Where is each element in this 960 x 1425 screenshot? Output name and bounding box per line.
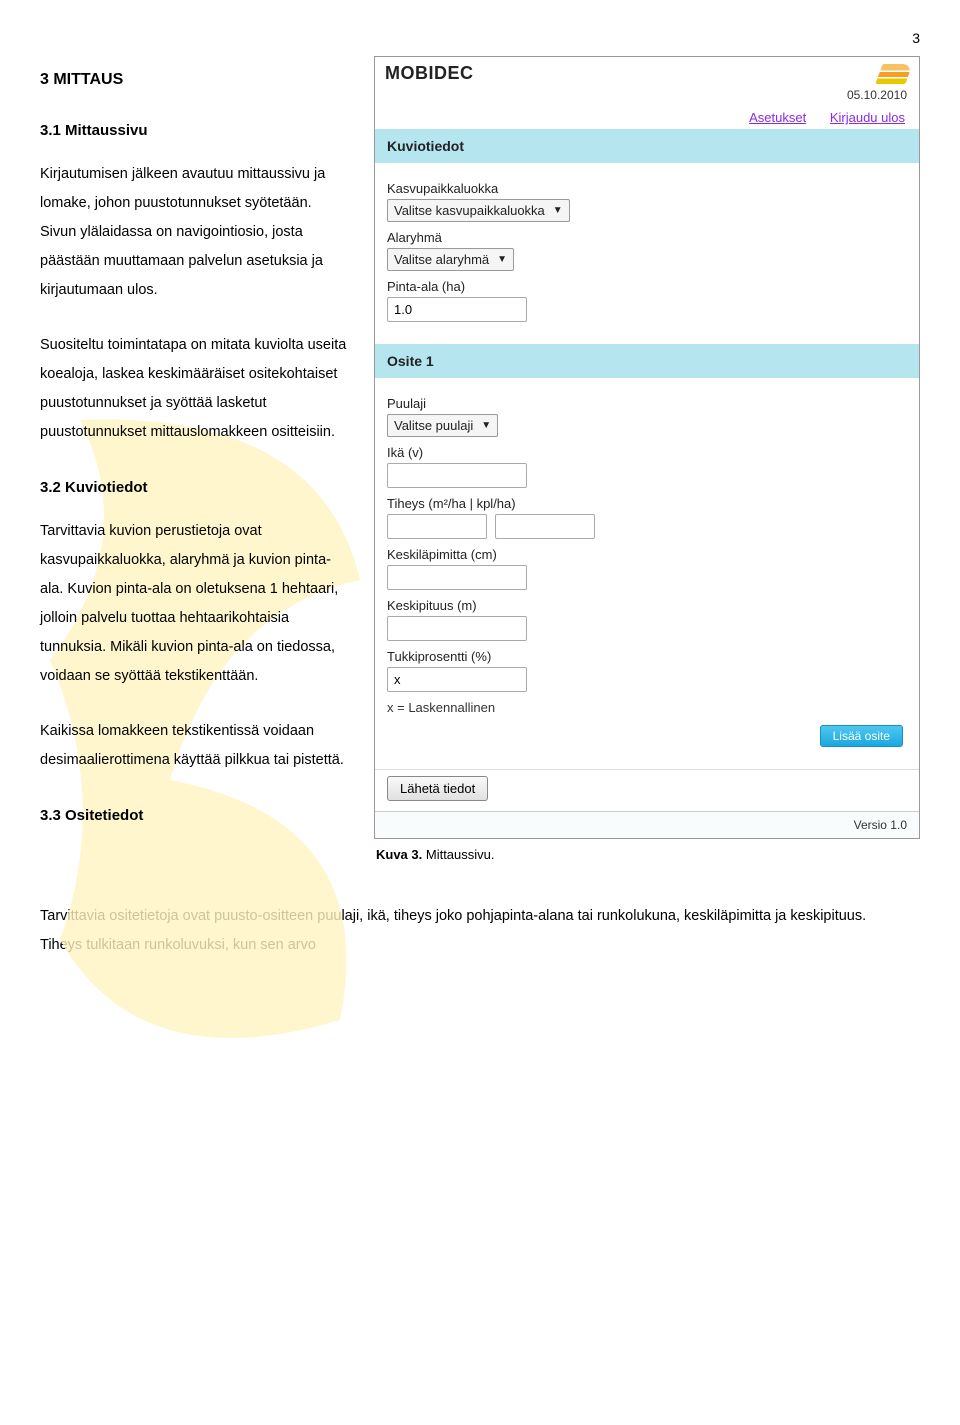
date-display: 05.10.2010: [375, 88, 919, 106]
app-screenshot: MOBIDEC 05.10.2010 Asetukset Kirjaudu ul…: [374, 56, 920, 839]
para-toimintatapa: Suositeltu toimintatapa on mitata kuviol…: [40, 331, 350, 447]
nav-settings-link[interactable]: Asetukset: [749, 110, 806, 125]
caret-down-icon: ▼: [497, 254, 507, 265]
input-pinta-ala[interactable]: [387, 297, 527, 322]
caption-bold: Kuva 3.: [376, 847, 422, 862]
heading-mittaussivu: 3.1 Mittaussivu: [40, 116, 350, 146]
page-number: 3: [40, 30, 920, 46]
para-intro: Kirjautumisen jälkeen avautuu mittaussiv…: [40, 160, 350, 305]
note-laskennallinen: x = Laskennallinen: [387, 700, 907, 715]
select-alaryhma-value: Valitse alaryhmä: [394, 252, 489, 267]
label-kasvupaikka: Kasvupaikkaluokka: [387, 181, 907, 196]
select-puulaji-value: Valitse puulaji: [394, 418, 473, 433]
add-osite-button[interactable]: Lisää osite: [820, 725, 903, 747]
caption-text: Mittaussivu.: [422, 847, 494, 862]
input-keskilapimitta[interactable]: [387, 565, 527, 590]
label-pinta-ala: Pinta-ala (ha): [387, 279, 907, 294]
submit-button[interactable]: Lähetä tiedot: [387, 776, 488, 801]
logo-text: MOBIDEC: [385, 63, 474, 84]
para-ositetiedot: Tarvittavia ositetietoja ovat puusto-osi…: [40, 902, 900, 960]
version-label: Versio 1.0: [375, 811, 919, 838]
caret-down-icon: ▼: [481, 420, 491, 431]
select-alaryhma[interactable]: Valitse alaryhmä ▼: [387, 248, 514, 271]
input-ika[interactable]: [387, 463, 527, 488]
label-tukkiprosentti: Tukkiprosentti (%): [387, 649, 907, 664]
select-kasvupaikka-value: Valitse kasvupaikkaluokka: [394, 203, 545, 218]
label-ika: Ikä (v): [387, 445, 907, 460]
nav-logout-link[interactable]: Kirjaudu ulos: [830, 110, 905, 125]
para-desimaali: Kaikissa lomakkeen tekstikentissä voidaa…: [40, 717, 350, 775]
caret-down-icon: ▼: [553, 205, 563, 216]
logo-swoosh-icon: [875, 64, 912, 84]
input-keskipituus[interactable]: [387, 616, 527, 641]
select-kasvupaikka[interactable]: Valitse kasvupaikkaluokka ▼: [387, 199, 570, 222]
para-kuviotiedot: Tarvittavia kuvion perustietoja ovat kas…: [40, 517, 350, 691]
section-kuviotiedot: Kuviotiedot: [375, 129, 919, 163]
heading-kuviotiedot: 3.2 Kuviotiedot: [40, 473, 350, 503]
input-tiheys-kpl[interactable]: [495, 514, 595, 539]
select-puulaji[interactable]: Valitse puulaji ▼: [387, 414, 498, 437]
label-keskilapimitta: Keskiläpimitta (cm): [387, 547, 907, 562]
section-osite: Osite 1: [375, 344, 919, 378]
input-tiheys-m2[interactable]: [387, 514, 487, 539]
heading-ositetiedot: 3.3 Ositetiedot: [40, 801, 350, 831]
input-tukkiprosentti[interactable]: [387, 667, 527, 692]
label-keskipituus: Keskipituus (m): [387, 598, 907, 613]
heading-mittaus: 3 MITTAUS: [40, 64, 350, 96]
label-alaryhma: Alaryhmä: [387, 230, 907, 245]
figure-caption: Kuva 3. Mittaussivu.: [376, 847, 920, 862]
label-puulaji: Puulaji: [387, 396, 907, 411]
label-tiheys: Tiheys (m²/ha | kpl/ha): [387, 496, 907, 511]
